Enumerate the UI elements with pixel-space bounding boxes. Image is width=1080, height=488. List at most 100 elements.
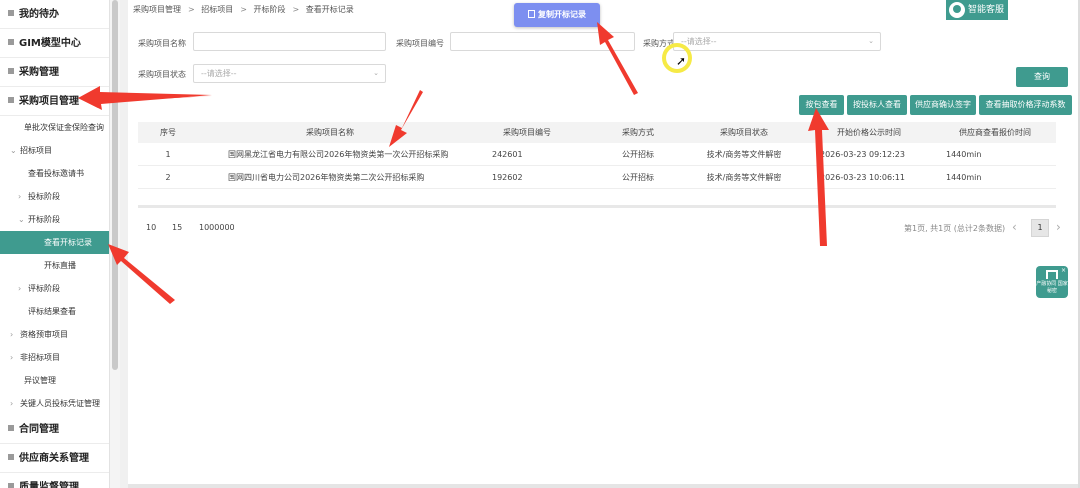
close-icon[interactable]: × xyxy=(1061,267,1066,274)
sidebar-group-gim[interactable]: GIM模型中心 xyxy=(0,29,109,58)
sidebar-item-label: 采购管理 xyxy=(19,67,59,78)
row-price-publish-time: 2026-03-23 10:06:11 xyxy=(820,173,905,182)
project-status-placeholder: --请选择-- xyxy=(201,69,237,78)
current-page-button[interactable]: 1 xyxy=(1031,219,1049,237)
sidebar-item-evaluation-stage[interactable]: › 评标阶段 xyxy=(0,277,109,300)
breadcrumb-item[interactable]: 采购项目管理 xyxy=(133,5,181,14)
page-size-option[interactable]: 15 xyxy=(172,223,182,232)
sidebar-item-label: 非招标项目 xyxy=(20,353,60,362)
chevron-right-icon: › xyxy=(18,284,22,293)
row-price-publish-time: 2026-03-23 09:12:23 xyxy=(820,150,905,159)
chevron-right-icon: › xyxy=(10,330,14,339)
sidebar-group-contract[interactable]: 合同管理 xyxy=(0,415,109,444)
row-method: 公开招标 xyxy=(622,173,654,182)
procurement-method-select[interactable]: --请选择-- ⌄ xyxy=(673,32,881,51)
project-code-label: 采购项目编号 xyxy=(396,39,444,48)
chevron-down-icon: ⌄ xyxy=(18,215,25,224)
sidebar-item-opening-live[interactable]: 开标直播 xyxy=(0,254,109,277)
breadcrumb-item[interactable]: 开标阶段 xyxy=(254,5,286,14)
row-status: 技术/商务等文件解密 xyxy=(706,173,782,182)
row-project-code: 242601 xyxy=(492,150,523,159)
prev-page-icon[interactable]: ‹ xyxy=(1012,220,1017,234)
page-size-option[interactable]: 10 xyxy=(146,223,156,232)
smart-service-button[interactable]: 智能客服 xyxy=(946,0,1008,20)
sidebar-item-bid-stage[interactable]: › 投标阶段 xyxy=(0,185,109,208)
row-supplier-view-time: 1440min xyxy=(946,150,982,159)
header-index: 序号 xyxy=(160,128,176,137)
copy-bid-record-button[interactable]: 复制开标记录 xyxy=(514,3,600,27)
sidebar-item-label: GIM模型中心 xyxy=(19,38,81,49)
search-button[interactable]: 查询 xyxy=(1016,67,1068,87)
page-size-option[interactable]: 1000000 xyxy=(199,223,235,232)
sidebar-scrollbar-thumb[interactable] xyxy=(112,0,118,370)
view-by-package-button[interactable]: 按包查看 xyxy=(799,95,844,115)
view-by-bidder-button[interactable]: 按投标人查看 xyxy=(847,95,907,115)
table-row[interactable]: 1 国网黑龙江省电力有限公司2026年物资类第一次公开招标采购 242601 公… xyxy=(138,143,1056,166)
sidebar-item-label: 查看投标邀请书 xyxy=(28,169,84,178)
sidebar-item-deposit-insurance[interactable]: 单批次保证金保险查询 xyxy=(0,116,109,139)
project-code-input[interactable] xyxy=(450,32,635,51)
square-icon xyxy=(8,10,14,16)
sidebar: 我的待办 GIM模型中心 采购管理 采购项目管理 单批次保证金保险查询 ⌄ 招标项目 查看投标… xyxy=(0,0,110,488)
pagination-info: 第1页, 共1页 (总计2条数据) xyxy=(904,224,1006,233)
header-project-code: 采购项目编号 xyxy=(503,128,551,137)
square-icon xyxy=(8,97,14,103)
square-icon xyxy=(8,68,14,74)
sidebar-item-view-opening-record[interactable]: 查看开标记录 xyxy=(0,231,109,254)
sidebar-item-label: 资格预审项目 xyxy=(20,330,68,339)
project-status-label: 采购项目状态 xyxy=(138,70,186,79)
sidebar-item-label: 采购项目管理 xyxy=(19,96,79,107)
badge-logo-icon xyxy=(1046,270,1058,279)
avatar-icon xyxy=(949,2,965,18)
chevron-down-icon: ⌄ xyxy=(868,37,874,45)
sidebar-item-prequalification[interactable]: › 资格预审项目 xyxy=(0,323,109,346)
row-supplier-view-time: 1440min xyxy=(946,173,982,182)
chevron-right-icon: › xyxy=(18,192,22,201)
header-project-name: 采购项目名称 xyxy=(306,128,354,137)
sidebar-item-opening-stage[interactable]: ⌄ 开标阶段 xyxy=(0,208,109,231)
project-name-input[interactable] xyxy=(193,32,386,51)
procurement-method-placeholder: --请选择-- xyxy=(681,37,717,46)
bottom-scrollbar[interactable] xyxy=(128,484,1078,488)
row-method: 公开招标 xyxy=(622,150,654,159)
sidebar-item-label: 评标阶段 xyxy=(28,284,60,293)
clipboard-icon xyxy=(528,9,535,18)
sidebar-group-project-management[interactable]: 采购项目管理 xyxy=(0,87,109,116)
row-project-name: 国网四川省电力公司2026年物资类第二次公开招标采购 xyxy=(228,173,425,182)
sidebar-item-bidding-projects[interactable]: ⌄ 招标项目 xyxy=(0,139,109,162)
sidebar-item-key-personnel[interactable]: › 关键人员投标凭证管理 xyxy=(0,392,109,415)
sidebar-item-objection[interactable]: 异议管理 xyxy=(0,369,109,392)
table-divider xyxy=(138,205,1056,208)
sidebar-item-bid-invitation[interactable]: 查看投标邀请书 xyxy=(0,162,109,185)
header-method: 采购方式 xyxy=(622,128,654,137)
mouse-cursor-icon: ➚ xyxy=(676,54,687,68)
table-header: 序号 采购项目名称 采购项目编号 采购方式 采购项目状态 开始价格公示时间 供应… xyxy=(138,122,1056,143)
square-icon xyxy=(8,454,14,460)
sidebar-group-quality[interactable]: 质量监督管理 xyxy=(0,473,109,488)
sidebar-item-evaluation-results[interactable]: 评标结果查看 xyxy=(0,300,109,323)
breadcrumb-item[interactable]: 招标项目 xyxy=(201,5,233,14)
project-status-select[interactable]: --请选择-- ⌄ xyxy=(193,64,386,83)
supplier-confirm-sign-button[interactable]: 供应商确认签字 xyxy=(910,95,976,115)
sidebar-item-label: 异议管理 xyxy=(24,376,56,385)
records-table: 序号 采购项目名称 采购项目编号 采购方式 采购项目状态 开始价格公示时间 供应… xyxy=(138,122,1056,189)
next-page-icon[interactable]: › xyxy=(1056,220,1061,234)
sidebar-item-label: 招标项目 xyxy=(20,146,52,155)
sidebar-group-supplier[interactable]: 供应商关系管理 xyxy=(0,444,109,473)
sidebar-item-label: 开标阶段 xyxy=(28,215,60,224)
row-status: 技术/商务等文件解密 xyxy=(706,150,782,159)
view-price-float-coefficient-button[interactable]: 查看抽取价格浮动系数 xyxy=(979,95,1072,115)
table-row[interactable]: 2 国网四川省电力公司2026年物资类第二次公开招标采购 192602 公开招标… xyxy=(138,166,1056,189)
square-icon xyxy=(8,39,14,45)
sidebar-item-label: 单批次保证金保险查询 xyxy=(24,123,104,132)
sidebar-group-todo[interactable]: 我的待办 xyxy=(0,0,109,29)
sidebar-item-label: 开标直播 xyxy=(44,261,76,270)
sidebar-item-non-bidding[interactable]: › 非招标项目 xyxy=(0,346,109,369)
header-status: 采购项目状态 xyxy=(720,128,768,137)
floating-badge[interactable]: × 产融协同 国家秘密 xyxy=(1036,266,1068,298)
sidebar-group-procurement[interactable]: 采购管理 xyxy=(0,58,109,87)
floating-badge-label: 产融协同 国家秘密 xyxy=(1036,281,1068,294)
sidebar-item-label: 我的待办 xyxy=(19,9,59,20)
copy-bid-record-label: 复制开标记录 xyxy=(538,10,586,19)
sidebar-item-label: 合同管理 xyxy=(19,424,59,435)
